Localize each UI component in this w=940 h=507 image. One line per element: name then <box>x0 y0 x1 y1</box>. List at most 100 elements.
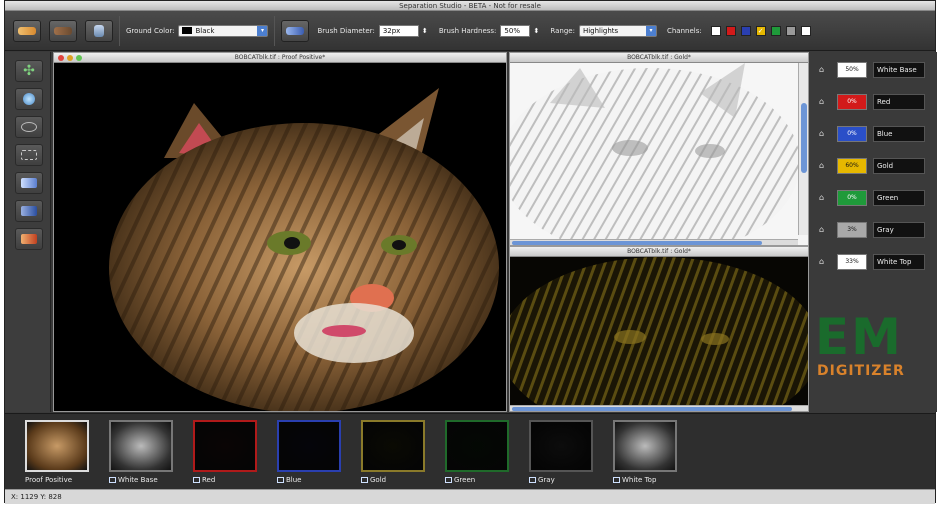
channel-name[interactable]: Gray <box>873 222 925 238</box>
gold-preview-canvas[interactable] <box>510 257 808 405</box>
thumbnail-item[interactable]: Gold <box>361 420 431 484</box>
thumbnail-item[interactable]: Red <box>193 420 263 484</box>
horizontal-scrollbar[interactable] <box>510 405 808 411</box>
channel-row[interactable]: ⌂ 3% Gray <box>811 220 937 240</box>
channel-percent[interactable]: 50% <box>837 62 867 78</box>
channel-name[interactable]: Green <box>873 190 925 206</box>
thumbnail-item[interactable]: Proof Positive <box>25 420 95 484</box>
channel-percent[interactable]: 0% <box>837 190 867 206</box>
thumbnail-label: White Top <box>613 476 683 484</box>
thumbnail-item[interactable]: Blue <box>277 420 347 484</box>
lock-icon[interactable] <box>361 477 368 483</box>
thumbnail-preview[interactable] <box>25 420 89 472</box>
lock-icon[interactable]: ⌂ <box>819 129 828 138</box>
lock-icon[interactable] <box>529 477 536 483</box>
channel-name[interactable]: White Top <box>873 254 925 270</box>
channel-row[interactable]: ⌂ 0% Blue <box>811 124 937 144</box>
channel-name[interactable]: White Base <box>873 62 925 78</box>
brush-hardness-stepper[interactable]: ⬍ <box>532 25 540 37</box>
lock-icon[interactable]: ⌂ <box>819 225 828 234</box>
thumbnail-label-text: Gold <box>370 476 387 484</box>
lock-icon[interactable] <box>445 477 452 483</box>
channel-name[interactable]: Gold <box>873 158 925 174</box>
close-window-button[interactable] <box>58 55 64 61</box>
channel-percent[interactable]: 60% <box>837 158 867 174</box>
bobcat-gold-image <box>510 257 808 405</box>
channel-percent[interactable]: 0% <box>837 126 867 142</box>
thumbnail-preview[interactable] <box>613 420 677 472</box>
lock-icon[interactable]: ⌂ <box>819 193 828 202</box>
bobcat-sketch-image <box>510 63 798 239</box>
lock-icon[interactable]: ⌂ <box>819 161 828 170</box>
channel-percent[interactable]: 3% <box>837 222 867 238</box>
brush-hardness-input[interactable]: 50% <box>500 24 531 37</box>
brush-tool-button[interactable] <box>281 19 310 42</box>
channel-toggle-swatch[interactable] <box>785 25 796 36</box>
eraser-tool-button[interactable] <box>13 19 41 42</box>
range-select[interactable]: Highlights ▾ <box>578 24 657 37</box>
channel-toggle-swatch[interactable] <box>770 25 781 36</box>
ground-color-select[interactable]: Black ▾ <box>178 24 269 37</box>
channel-row[interactable]: ⌂ 0% Red <box>811 92 937 112</box>
channel-percent[interactable]: 0% <box>837 94 867 110</box>
window-title: Separation Studio - BETA - Not for resal… <box>399 2 541 10</box>
proof-positive-canvas[interactable] <box>54 63 506 411</box>
thumbnail-item[interactable]: Green <box>445 420 515 484</box>
thumbnail-preview[interactable] <box>445 420 509 472</box>
channel-row[interactable]: ⌂ 33% White Top <box>811 252 937 272</box>
smudge-tool[interactable] <box>15 200 43 222</box>
zoom-tool[interactable] <box>15 88 43 110</box>
gold-channel-canvas[interactable] <box>510 63 798 239</box>
minimize-window-button[interactable] <box>67 55 73 61</box>
move-tool[interactable]: ✣ <box>15 60 43 82</box>
brush-diameter-stepper[interactable]: ⬍ <box>421 25 429 37</box>
channel-row[interactable]: ⌂ 60% Gold <box>811 156 937 176</box>
lock-icon[interactable]: ⌂ <box>819 97 828 106</box>
thumbnail-item[interactable]: White Top <box>613 420 683 484</box>
lock-icon[interactable] <box>193 477 200 483</box>
thumbnail-preview[interactable] <box>529 420 593 472</box>
channel-toggle-swatch[interactable] <box>725 25 736 36</box>
gold-window-bottom[interactable]: BOBCATblk.tif : Gold* <box>509 246 809 412</box>
gold-window-top[interactable]: BOBCATblk.tif : Gold* <box>509 52 809 246</box>
tool-palette: ✣ <box>5 52 51 412</box>
marquee-tool[interactable] <box>15 144 43 166</box>
channel-row[interactable]: ⌂ 50% White Base <box>811 60 937 80</box>
eraser-tool[interactable] <box>15 228 43 250</box>
lock-icon[interactable]: ⌂ <box>819 257 828 266</box>
brush-diameter-input[interactable]: 32px <box>378 24 419 37</box>
scroll-thumb[interactable] <box>801 103 807 173</box>
thumbnail-label: Gold <box>361 476 431 484</box>
horizontal-scrollbar[interactable] <box>510 239 798 245</box>
scroll-thumb[interactable] <box>512 241 762 245</box>
thumbnail-preview[interactable] <box>361 420 425 472</box>
scroll-thumb[interactable] <box>512 407 792 411</box>
brand-logo: EM DIGITIZER <box>815 311 933 379</box>
bucket-tool-button[interactable] <box>85 19 113 42</box>
channel-name[interactable]: Red <box>873 94 925 110</box>
lock-icon[interactable]: ⌂ <box>819 65 828 74</box>
channel-toggle-swatch[interactable]: ✓ <box>755 25 766 36</box>
lock-icon[interactable] <box>277 477 284 483</box>
channel-percent[interactable]: 33% <box>837 254 867 270</box>
channel-toggle-swatch[interactable] <box>800 25 811 36</box>
channel-name[interactable]: Blue <box>873 126 925 142</box>
lock-icon[interactable] <box>109 477 116 483</box>
zoom-window-button[interactable] <box>76 55 82 61</box>
proof-positive-window[interactable]: BOBCATblk.tif : Proof Positive* <box>53 52 507 412</box>
channel-toggle-swatch[interactable] <box>740 25 751 36</box>
lock-icon[interactable] <box>613 477 620 483</box>
channel-toggle-swatch[interactable] <box>710 25 721 36</box>
bucket-icon <box>94 24 104 37</box>
brush-tool[interactable] <box>15 172 43 194</box>
thumbnail-label-text: Red <box>202 476 216 484</box>
thumbnail-preview[interactable] <box>277 420 341 472</box>
channel-row[interactable]: ⌂ 0% Green <box>811 188 937 208</box>
thumbnail-preview[interactable] <box>109 420 173 472</box>
thumbnail-preview[interactable] <box>193 420 257 472</box>
vertical-scrollbar[interactable] <box>798 63 808 235</box>
thumbnail-item[interactable]: Gray <box>529 420 599 484</box>
fill-tool-button[interactable] <box>49 19 77 42</box>
thumbnail-item[interactable]: White Base <box>109 420 179 484</box>
lasso-tool[interactable] <box>15 116 43 138</box>
